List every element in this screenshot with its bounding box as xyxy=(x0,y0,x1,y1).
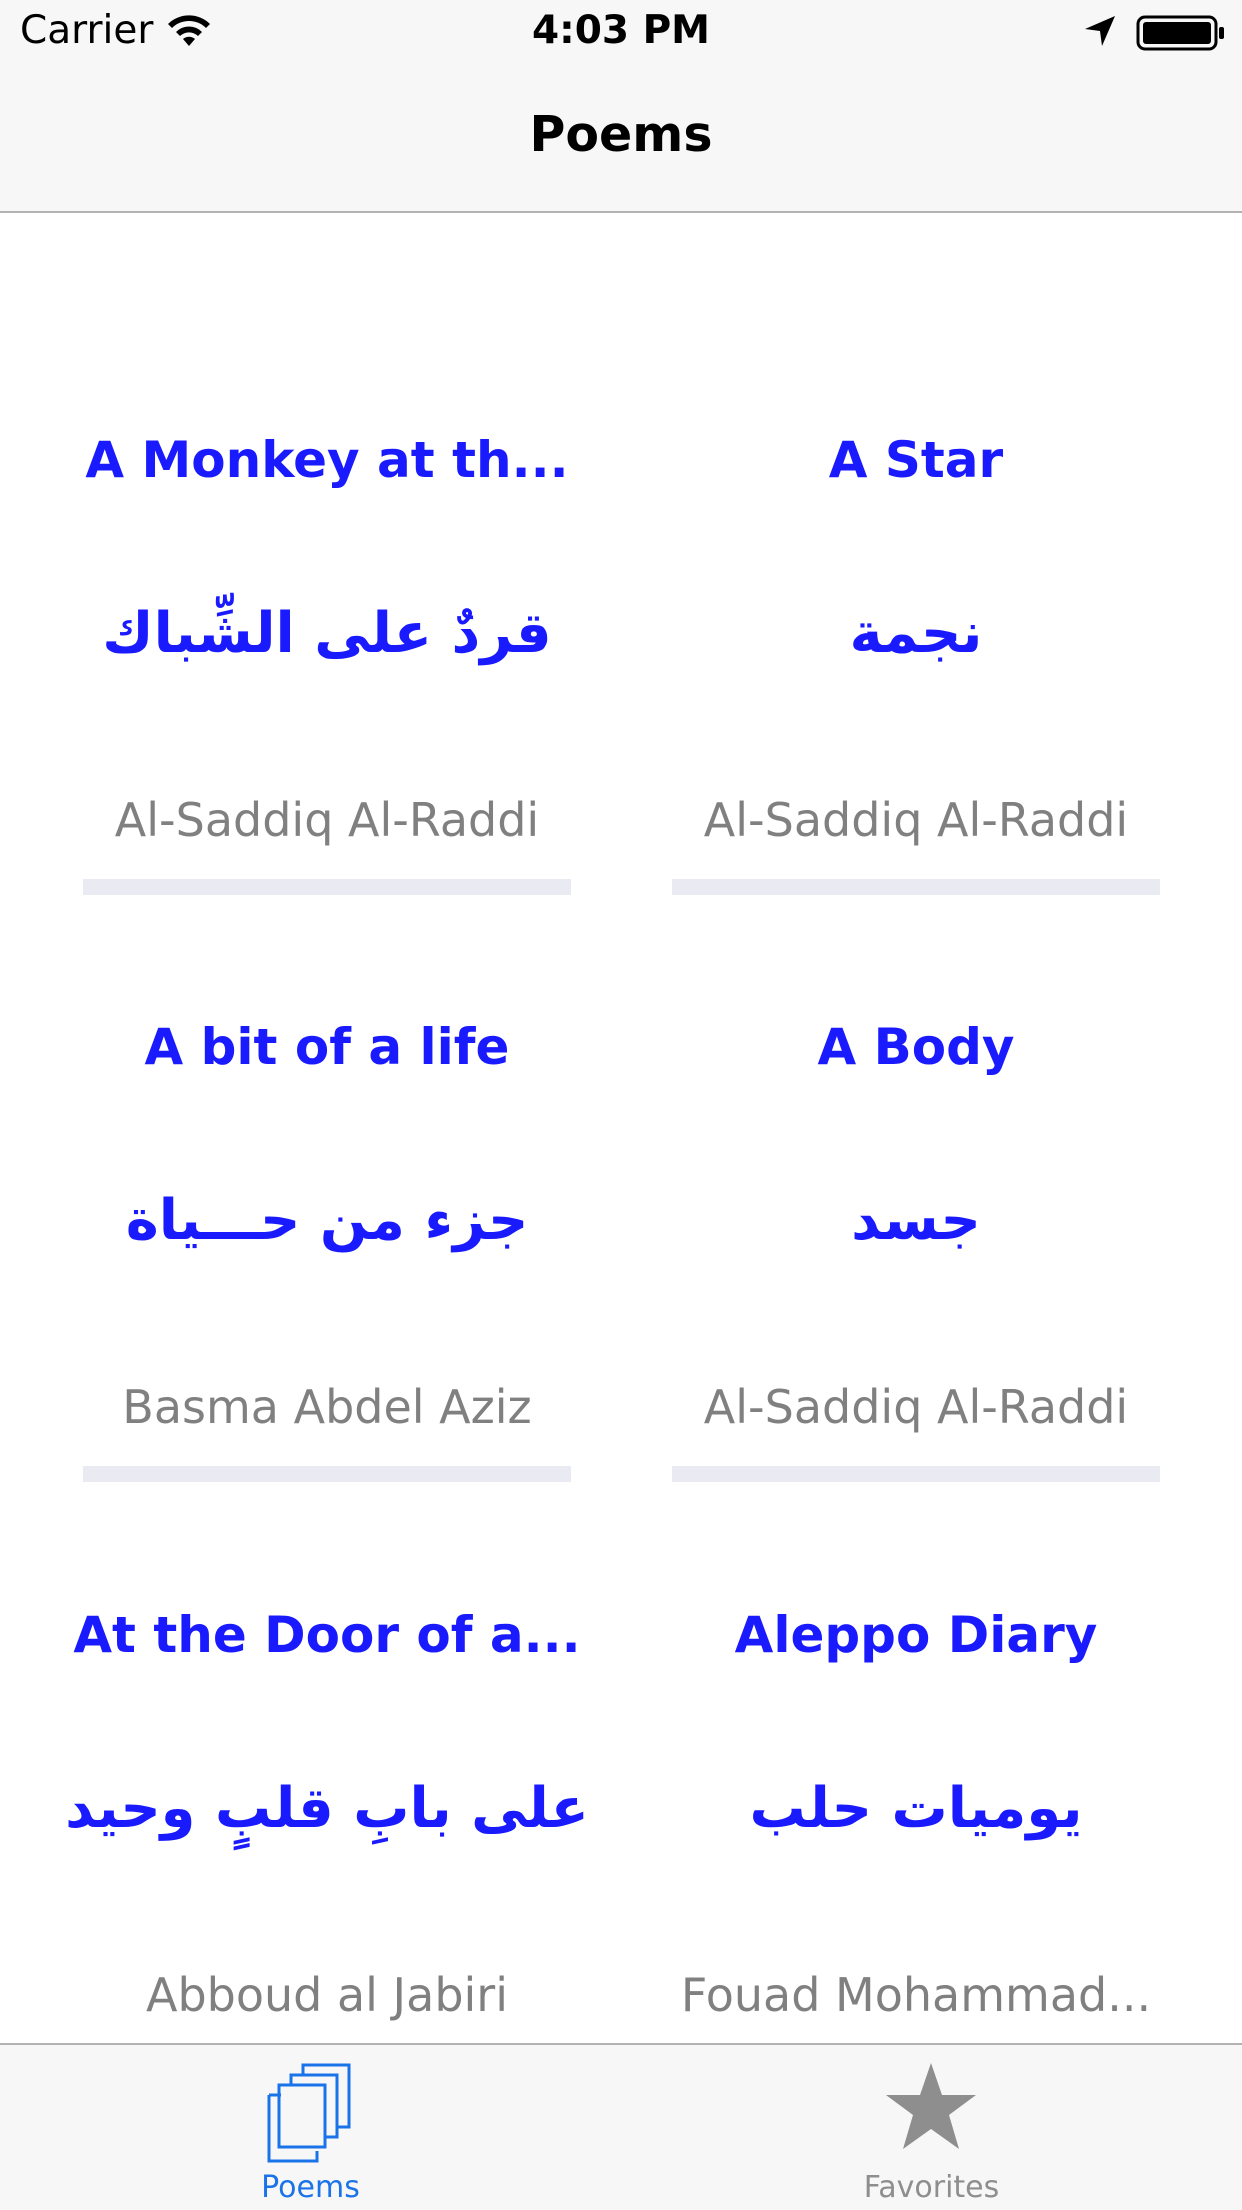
poem-arabic-title: نجمة xyxy=(849,601,983,666)
page-title: Poems xyxy=(529,106,713,163)
poem-author: Al-Saddiq Al-Raddi xyxy=(703,793,1129,847)
poem-title: At the Door of a... xyxy=(73,1606,581,1664)
tab-label: Favorites xyxy=(863,2170,1000,2205)
card-divider xyxy=(83,1466,571,1482)
star-icon xyxy=(883,2059,979,2159)
poem-author: Al-Saddiq Al-Raddi xyxy=(703,1380,1129,1434)
poem-arabic-title: قردٌ على الشِّباك xyxy=(102,601,552,666)
tab-bar: Poems Favorites xyxy=(0,2043,1242,2210)
card-divider xyxy=(672,1466,1160,1482)
poems-grid: A Monkey at th... قردٌ على الشِّباك Al-S… xyxy=(0,213,1242,2043)
poem-arabic-title: يوميات حلب xyxy=(749,1776,1083,1841)
card-divider xyxy=(672,879,1160,895)
clock: 4:03 PM xyxy=(532,8,710,53)
poem-title: A bit of a life xyxy=(144,1018,510,1076)
poem-title: A Star xyxy=(828,431,1004,489)
poem-title: A Monkey at th... xyxy=(85,431,569,489)
card-divider xyxy=(83,879,571,895)
location-arrow-icon xyxy=(1083,14,1117,52)
poem-author: Abboud al Jabiri xyxy=(145,1968,508,2022)
tab-poems[interactable]: Poems xyxy=(0,2045,621,2210)
poem-author: Basma Abdel Aziz xyxy=(122,1380,532,1434)
poem-title: Aleppo Diary xyxy=(734,1606,1098,1664)
battery-icon xyxy=(1136,15,1226,55)
navigation-bar: Poems xyxy=(0,66,1242,213)
tab-favorites[interactable]: Favorites xyxy=(621,2045,1242,2210)
poem-arabic-title: جزء من حـــياة xyxy=(125,1188,529,1253)
documents-icon xyxy=(265,2061,355,2169)
poem-arabic-title: على بابِ قلبٍ وحيد xyxy=(65,1776,589,1841)
poem-author: Al-Saddiq Al-Raddi xyxy=(114,793,540,847)
status-bar: Carrier 4:03 PM xyxy=(0,0,1242,66)
poem-title: A Body xyxy=(817,1018,1015,1076)
poem-arabic-title: جسد xyxy=(851,1188,981,1253)
poem-author: Fouad Mohammad... xyxy=(680,1968,1152,2022)
tab-label: Poems xyxy=(261,2170,360,2205)
